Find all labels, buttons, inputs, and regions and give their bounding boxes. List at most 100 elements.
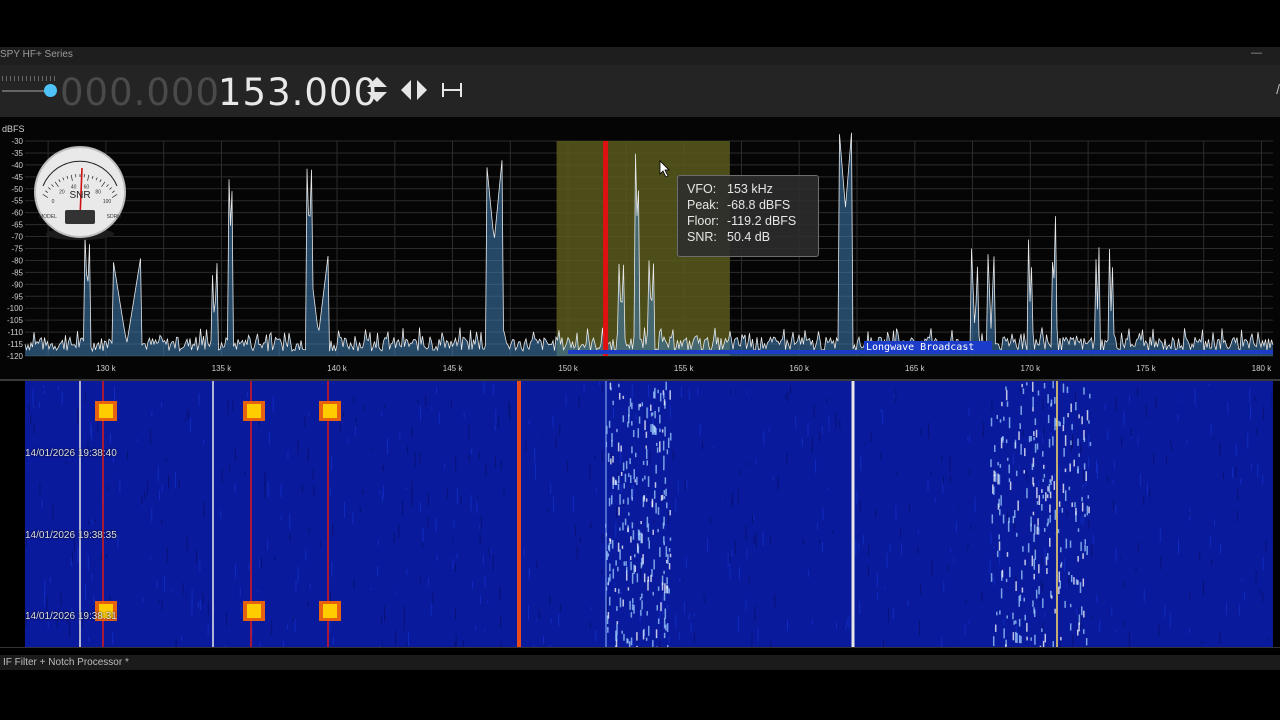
waterfall-noise xyxy=(141,504,143,507)
tune-left-right-icon[interactable] xyxy=(400,79,430,101)
waterfall-activity xyxy=(654,482,657,488)
waterfall-noise xyxy=(957,507,959,510)
waterfall-noise xyxy=(382,465,384,472)
waterfall-activity xyxy=(655,464,657,474)
waterfall-noise xyxy=(1143,495,1145,506)
spectrum-panel[interactable]: dBFS -30 -35 -40 -45 -50 -55 -60 -65 -70 -75 -80 -85… xyxy=(0,117,1280,381)
tune-up-down-icon[interactable] xyxy=(365,75,389,105)
waterfall-activity xyxy=(1084,539,1086,545)
waterfall-noise xyxy=(182,582,184,594)
waterfall-noise xyxy=(1131,436,1133,439)
frequency-display-dim[interactable]: 000.000. xyxy=(60,71,233,114)
waterfall-noise xyxy=(811,619,813,625)
tooltip-vfo-label: VFO: xyxy=(687,182,717,196)
waterfall-noise xyxy=(229,463,231,472)
waterfall-activity xyxy=(639,597,642,601)
waterfall-noise xyxy=(355,417,357,427)
waterfall-noise xyxy=(1178,398,1180,402)
waterfall-activity xyxy=(646,516,649,528)
volume-slider-knob[interactable] xyxy=(44,84,57,97)
waterfall-noise xyxy=(480,514,482,530)
waterfall-noise xyxy=(235,564,237,579)
waterfall-noise xyxy=(632,484,634,496)
waterfall-noise xyxy=(1088,457,1090,469)
waterfall-noise xyxy=(1194,388,1196,404)
waterfall-noise xyxy=(882,410,884,424)
spectrum-display[interactable]: dBFS -30 -35 -40 -45 -50 -55 -60 -65 -70 -75 -80 -85… xyxy=(0,117,1280,381)
waterfall-activity xyxy=(1043,382,1046,389)
waterfall-noise xyxy=(884,586,886,589)
waterfall-activity xyxy=(1068,571,1070,576)
waterfall-noise xyxy=(1096,459,1098,473)
waterfall-activity xyxy=(609,573,611,582)
waterfall-noise xyxy=(492,384,494,396)
minimize-icon[interactable]: — xyxy=(1251,47,1262,59)
waterfall-noise xyxy=(436,554,438,561)
waterfall-activity xyxy=(650,424,652,433)
waterfall-activity xyxy=(668,588,670,594)
waterfall-noise xyxy=(282,640,284,651)
waterfall-noise xyxy=(928,422,930,439)
waterfall-noise xyxy=(490,549,492,554)
waterfall-noise xyxy=(967,542,969,548)
waterfall-activity xyxy=(629,398,632,407)
waterfall-noise xyxy=(203,439,205,445)
waterfall-noise xyxy=(1111,606,1113,616)
waterfall-noise xyxy=(710,517,712,525)
waterfall-noise xyxy=(1186,440,1188,444)
waterfall-activity xyxy=(1012,632,1015,641)
waterfall-activity xyxy=(990,573,993,582)
waterfall-activity xyxy=(1077,629,1079,636)
waterfall-activity xyxy=(1015,620,1017,624)
waterfall-noise xyxy=(287,450,289,459)
waterfall-activity xyxy=(1018,618,1021,627)
waterfall-noise xyxy=(1115,505,1117,514)
waterfall-noise xyxy=(240,603,242,614)
waterfall-noise xyxy=(1220,543,1222,555)
waterfall-activity xyxy=(1084,544,1086,552)
waterfall-activity xyxy=(621,630,623,634)
waterfall-activity xyxy=(1047,394,1049,404)
waterfall-noise xyxy=(933,604,935,607)
waterfall-noise xyxy=(27,462,29,465)
waterfall-noise xyxy=(234,448,236,462)
waterfall-activity xyxy=(1058,571,1061,583)
status-text[interactable]: IF Filter + Notch Processor * xyxy=(3,657,129,668)
waterfall-noise xyxy=(836,622,838,629)
waterfall-activity xyxy=(1033,524,1036,535)
waterfall-carrier xyxy=(212,381,214,648)
waterfall-noise xyxy=(729,563,731,580)
waterfall-activity xyxy=(664,426,666,437)
waterfall-noise xyxy=(900,528,902,538)
waterfall-panel[interactable]: 14/01/2026 19:38:40 14/01/2026 19:38:35 … xyxy=(0,381,1280,663)
panel-toggle-icon[interactable]: / xyxy=(1276,81,1280,97)
waterfall-activity xyxy=(1064,490,1067,502)
waterfall-noise xyxy=(408,632,410,647)
waterfall-noise xyxy=(991,398,993,412)
db-tick-label: -90 xyxy=(11,280,23,289)
waterfall-activity xyxy=(1030,523,1032,532)
waterfall-noise xyxy=(1255,571,1257,583)
waterfall-noise xyxy=(930,471,932,476)
waterfall-activity xyxy=(1054,425,1056,431)
waterfall-activity xyxy=(655,629,658,639)
waterfall-noise xyxy=(1096,595,1098,603)
waterfall-activity xyxy=(1019,594,1022,602)
waterfall-noise xyxy=(969,435,971,443)
waterfall-activity xyxy=(635,452,637,458)
span-width-icon[interactable] xyxy=(441,81,463,99)
db-tick-label: -30 xyxy=(11,137,23,146)
frequency-display[interactable]: 153.000 xyxy=(218,71,378,114)
waterfall-noise xyxy=(953,558,955,563)
waterfall-noise xyxy=(1208,383,1210,387)
window-title: SPY HF+ Series xyxy=(0,49,73,60)
waterfall-noise xyxy=(534,447,536,463)
waterfall-burst-core xyxy=(323,404,337,418)
freq-tick-label: 175 k xyxy=(1136,364,1157,373)
waterfall-activity xyxy=(1046,553,1049,560)
waterfall-display[interactable] xyxy=(0,381,1280,663)
waterfall-noise xyxy=(1166,455,1168,466)
waterfall-noise xyxy=(688,613,690,621)
waterfall-noise xyxy=(863,442,865,446)
waterfall-activity xyxy=(1061,507,1064,513)
